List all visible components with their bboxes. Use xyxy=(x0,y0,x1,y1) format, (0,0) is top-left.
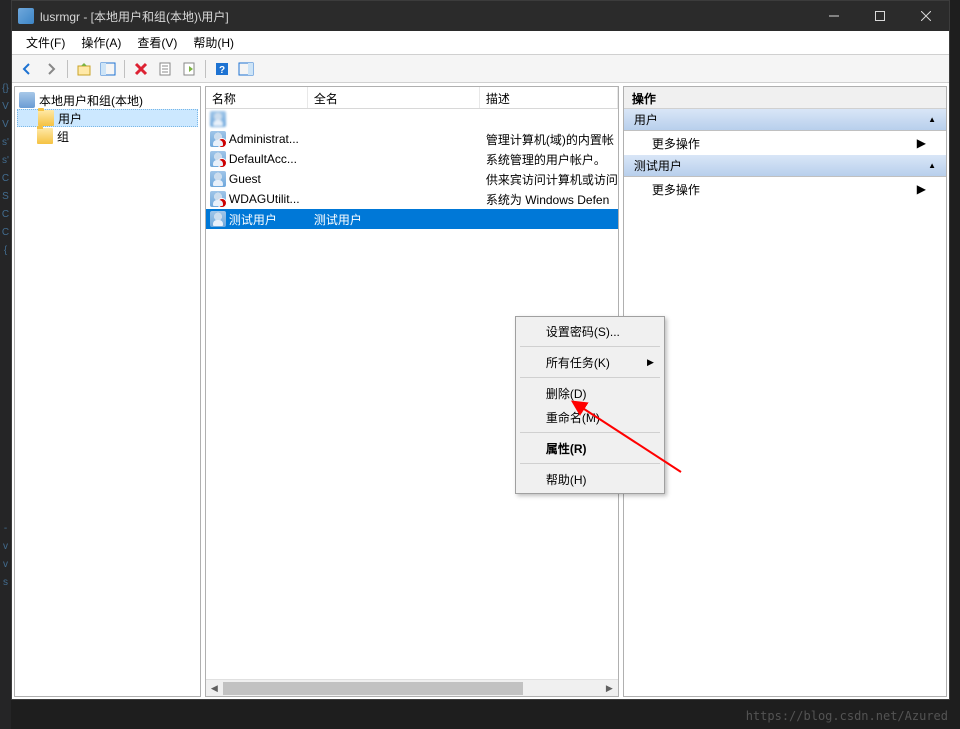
minimize-button[interactable] xyxy=(811,1,857,31)
up-button[interactable] xyxy=(73,58,95,80)
cm-set-password[interactable]: 设置密码(S)... xyxy=(518,319,662,343)
context-menu: 设置密码(S)... 所有任务(K)▶ 删除(D) 重命名(M) 属性(R) 帮… xyxy=(515,316,665,494)
computer-icon xyxy=(19,92,35,108)
user-icon xyxy=(210,171,226,187)
user-row[interactable]: 测试用户测试用户 xyxy=(206,209,618,229)
show-hide-action-button[interactable] xyxy=(235,58,257,80)
app-icon xyxy=(18,8,34,24)
actions-more-1[interactable]: 更多操作▶ xyxy=(624,131,946,155)
actions-header: 操作 xyxy=(624,87,946,109)
folder-icon xyxy=(37,128,53,144)
submenu-arrow-icon: ▶ xyxy=(647,357,654,368)
mmc-window: lusrmgr - [本地用户和组(本地)\用户] 文件(F) 操作(A) 查看… xyxy=(11,0,950,700)
menu-action[interactable]: 操作(A) xyxy=(73,32,129,53)
user-row[interactable]: Guest供来宾访问计算机或访问 xyxy=(206,169,618,189)
toolbar: ? xyxy=(12,55,949,83)
tree-groups[interactable]: 组 xyxy=(17,127,198,145)
cm-all-tasks[interactable]: 所有任务(K)▶ xyxy=(518,350,662,374)
collapse-icon: ▲ xyxy=(928,115,936,124)
watermark: https://blog.csdn.net/Azured xyxy=(746,709,948,723)
tree-users[interactable]: 用户 xyxy=(17,109,198,127)
list-pane: 名称 全名 描述 Administrat...管理计算机(域)的内置帐Defau… xyxy=(205,86,619,697)
column-fullname[interactable]: 全名 xyxy=(308,87,480,108)
show-hide-tree-button[interactable] xyxy=(97,58,119,80)
user-icon xyxy=(210,191,226,207)
cm-delete[interactable]: 删除(D) xyxy=(518,381,662,405)
submenu-arrow-icon: ▶ xyxy=(917,182,926,196)
user-icon xyxy=(210,151,226,167)
user-row[interactable] xyxy=(206,109,618,129)
cm-rename[interactable]: 重命名(M) xyxy=(518,405,662,429)
close-button[interactable] xyxy=(903,1,949,31)
tree-users-label: 用户 xyxy=(58,110,82,127)
user-icon xyxy=(210,131,226,147)
tree-root[interactable]: 本地用户和组(本地) xyxy=(17,91,198,109)
user-row[interactable]: DefaultAcc...系统管理的用户帐户。 xyxy=(206,149,618,169)
properties-button[interactable] xyxy=(154,58,176,80)
menu-file[interactable]: 文件(F) xyxy=(18,32,73,53)
scroll-thumb[interactable] xyxy=(223,682,523,695)
tree-groups-label: 组 xyxy=(57,128,69,145)
titlebar[interactable]: lusrmgr - [本地用户和组(本地)\用户] xyxy=(12,1,949,31)
folder-icon xyxy=(38,110,54,126)
tree-root-label: 本地用户和组(本地) xyxy=(39,92,143,109)
submenu-arrow-icon: ▶ xyxy=(917,136,926,150)
tree-pane: 本地用户和组(本地) 用户 组 xyxy=(14,86,201,697)
maximize-button[interactable] xyxy=(857,1,903,31)
scroll-left-icon[interactable]: ◀ xyxy=(206,680,223,697)
menubar: 文件(F) 操作(A) 查看(V) 帮助(H) xyxy=(12,31,949,55)
user-icon xyxy=(210,111,226,127)
help-button[interactable]: ? xyxy=(211,58,233,80)
export-button[interactable] xyxy=(178,58,200,80)
horizontal-scrollbar[interactable]: ◀ ▶ xyxy=(206,679,618,696)
actions-section-testuser[interactable]: 测试用户▲ xyxy=(624,155,946,177)
user-row[interactable]: WDAGUtilit...系统为 Windows Defen xyxy=(206,189,618,209)
cm-properties[interactable]: 属性(R) xyxy=(518,436,662,460)
menu-help[interactable]: 帮助(H) xyxy=(185,32,242,53)
column-desc[interactable]: 描述 xyxy=(480,87,618,108)
window-title: lusrmgr - [本地用户和组(本地)\用户] xyxy=(40,8,811,25)
svg-text:?: ? xyxy=(219,65,225,76)
collapse-icon: ▲ xyxy=(928,161,936,170)
user-row[interactable]: Administrat...管理计算机(域)的内置帐 xyxy=(206,129,618,149)
scroll-right-icon[interactable]: ▶ xyxy=(601,680,618,697)
actions-pane: 操作 用户▲ 更多操作▶ 测试用户▲ 更多操作▶ xyxy=(623,86,947,697)
back-button[interactable] xyxy=(16,58,38,80)
list-header: 名称 全名 描述 xyxy=(206,87,618,109)
column-name[interactable]: 名称 xyxy=(206,87,308,108)
actions-section-users[interactable]: 用户▲ xyxy=(624,109,946,131)
cm-help[interactable]: 帮助(H) xyxy=(518,467,662,491)
menu-view[interactable]: 查看(V) xyxy=(129,32,185,53)
delete-button[interactable] xyxy=(130,58,152,80)
user-icon xyxy=(210,211,226,227)
actions-more-2[interactable]: 更多操作▶ xyxy=(624,177,946,201)
forward-button[interactable] xyxy=(40,58,62,80)
